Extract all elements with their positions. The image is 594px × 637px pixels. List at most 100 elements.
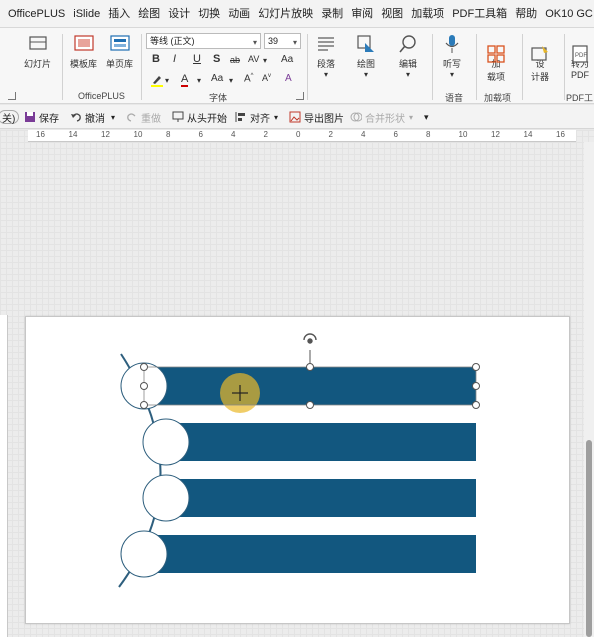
chevron-down-icon: ▾ bbox=[229, 76, 234, 85]
ruler-tick-label: 8 bbox=[426, 130, 431, 139]
search-icon bbox=[398, 34, 418, 54]
italic-button[interactable]: I bbox=[173, 53, 176, 65]
font-size-value: 39 bbox=[268, 36, 279, 46]
export-image-button[interactable]: 导出图片 bbox=[289, 109, 344, 125]
ribbon-tab[interactable]: OfficePLUS bbox=[4, 0, 69, 27]
ruler-tick-label: 6 bbox=[198, 130, 203, 139]
addins-group-label: 加载项 bbox=[484, 93, 512, 103]
increase-font-button[interactable]: A^ bbox=[244, 73, 254, 84]
resize-handle bbox=[140, 363, 148, 371]
vertical-ruler bbox=[0, 315, 8, 637]
ruler-tick-label: 4 bbox=[361, 130, 366, 139]
redo-button[interactable]: 重做 bbox=[126, 109, 161, 125]
circle-4 bbox=[120, 530, 168, 578]
underline-button[interactable]: U bbox=[193, 53, 201, 65]
bar-3 bbox=[166, 479, 476, 517]
chevron-down-icon: ▾ bbox=[252, 38, 257, 47]
slide-button[interactable]: 幻灯片 bbox=[24, 34, 51, 70]
font-group-launcher[interactable] bbox=[296, 92, 304, 100]
template-library-button[interactable]: 模板库 bbox=[70, 34, 97, 70]
chevron-down-icon: ▾ bbox=[409, 112, 414, 122]
change-case-button[interactable]: Aa bbox=[281, 54, 293, 65]
align-label: 对齐 bbox=[250, 113, 270, 125]
resize-handle bbox=[472, 401, 480, 409]
clear-format-button[interactable]: A bbox=[285, 73, 292, 84]
dictate-button[interactable]: 听写 ▾ bbox=[442, 34, 462, 79]
ribbon-tab[interactable]: 帮助 bbox=[511, 0, 541, 27]
resize-handle bbox=[472, 382, 480, 390]
font-color-button[interactable]: A bbox=[181, 73, 189, 87]
shadow-button[interactable]: S bbox=[213, 53, 220, 65]
scrollbar-thumb[interactable] bbox=[586, 440, 592, 637]
strikethrough-button[interactable]: ab bbox=[230, 55, 240, 65]
paragraph-button[interactable]: 段落 ▾ bbox=[316, 34, 336, 79]
microphone-icon bbox=[442, 34, 462, 54]
bold-button[interactable]: B bbox=[152, 53, 160, 65]
single-page-library-button[interactable]: 单页库 bbox=[106, 34, 133, 70]
save-button[interactable]: 保存 bbox=[24, 109, 59, 125]
slides-group-launcher[interactable] bbox=[8, 92, 16, 100]
ribbon-tab[interactable]: 绘图 bbox=[134, 0, 164, 27]
drawing-label: 绘图 bbox=[356, 59, 375, 69]
slide[interactable] bbox=[25, 316, 570, 624]
font-name-select[interactable]: 等线 (正文) ▾ bbox=[146, 33, 261, 49]
undo-icon bbox=[70, 111, 82, 123]
designer-icon bbox=[530, 34, 550, 61]
designer-button[interactable]: 设 计器 bbox=[530, 34, 550, 83]
ribbon-tab[interactable]: PDF工具箱 bbox=[448, 0, 511, 27]
ribbon-tab[interactable]: 设计 bbox=[164, 0, 194, 27]
convert-pdf-button[interactable]: PDF 转为 PDF bbox=[570, 34, 590, 80]
resize-handle bbox=[306, 363, 314, 371]
drawing-button[interactable]: 绘图 ▾ bbox=[356, 34, 376, 79]
ribbon-tab[interactable]: 插入 bbox=[104, 0, 134, 27]
merge-shapes-icon bbox=[350, 111, 363, 123]
ribbon-tab[interactable]: 录制 bbox=[317, 0, 347, 27]
redo-label: 重做 bbox=[141, 113, 161, 125]
undo-button[interactable]: 撤消 ▾ bbox=[70, 109, 115, 125]
align-button[interactable]: 对齐 ▾ bbox=[235, 109, 278, 125]
align-icon bbox=[235, 111, 247, 123]
resize-handle bbox=[472, 363, 480, 371]
ribbon-tabs: OfficePLUS iSlide 插入 绘图 设计 切换 动画 幻灯片放映 录制 审阅 视图 加载项… bbox=[0, 0, 594, 28]
ruler-tick-label: 2 bbox=[328, 130, 333, 139]
ribbon-tab[interactable]: 视图 bbox=[377, 0, 407, 27]
chevron-down-icon: ▾ bbox=[274, 112, 279, 122]
ribbon-tab[interactable]: 动画 bbox=[224, 0, 254, 27]
resize-handle bbox=[306, 401, 314, 409]
save-label: 保存 bbox=[39, 113, 59, 125]
ruler-tick-label: 0 bbox=[296, 130, 301, 139]
voice-group-label: 语音 bbox=[445, 93, 464, 103]
font-size-menu-button[interactable]: Aa bbox=[211, 73, 223, 84]
ribbon-tab[interactable]: 切换 bbox=[194, 0, 224, 27]
single-page-library-label: 单页库 bbox=[106, 59, 134, 69]
from-start-button[interactable]: 从头开始 bbox=[172, 109, 227, 125]
ruler-tick-label: 16 bbox=[36, 130, 45, 139]
ribbon-tab[interactable]: 幻灯片放映 bbox=[254, 0, 317, 27]
chevron-down-icon: ▾ bbox=[165, 76, 170, 85]
ruler-tick-label: 10 bbox=[458, 130, 468, 139]
char-spacing-button[interactable]: AV bbox=[248, 54, 259, 64]
ruler-tick-label: 6 bbox=[393, 130, 398, 139]
chevron-down-icon: ▾ bbox=[292, 38, 297, 47]
circle-2 bbox=[142, 418, 190, 466]
ribbon-tab[interactable]: iSlide bbox=[69, 0, 104, 27]
editing-label: 编辑 bbox=[398, 59, 417, 69]
customize-qat-button[interactable]: ▾ bbox=[424, 109, 429, 125]
font-size-select[interactable]: 39 ▾ bbox=[264, 33, 301, 49]
template-library-label: 模板库 bbox=[70, 59, 98, 69]
close-paren-button[interactable]: 关) bbox=[0, 110, 20, 125]
addins-button[interactable]: 加 载项 bbox=[486, 34, 506, 83]
chevron-down-icon: ▾ bbox=[363, 70, 368, 79]
decrease-font-button[interactable]: Av bbox=[262, 73, 271, 83]
merge-shapes-button[interactable]: 合并形状 ▾ bbox=[350, 109, 413, 125]
rotate-handle bbox=[303, 333, 317, 344]
ribbon-tab[interactable]: 加载项 bbox=[407, 0, 448, 27]
redo-icon bbox=[126, 111, 138, 123]
editing-button[interactable]: 编辑 ▾ bbox=[398, 34, 418, 79]
ruler-tick-label: 12 bbox=[491, 130, 500, 139]
highlight-color-button[interactable] bbox=[150, 73, 164, 90]
bar-2 bbox=[166, 423, 476, 461]
ribbon-tab[interactable]: OK10 GC bbox=[541, 0, 594, 27]
ruler-tick-label: 14 bbox=[523, 130, 533, 139]
ribbon-tab[interactable]: 审阅 bbox=[347, 0, 377, 27]
